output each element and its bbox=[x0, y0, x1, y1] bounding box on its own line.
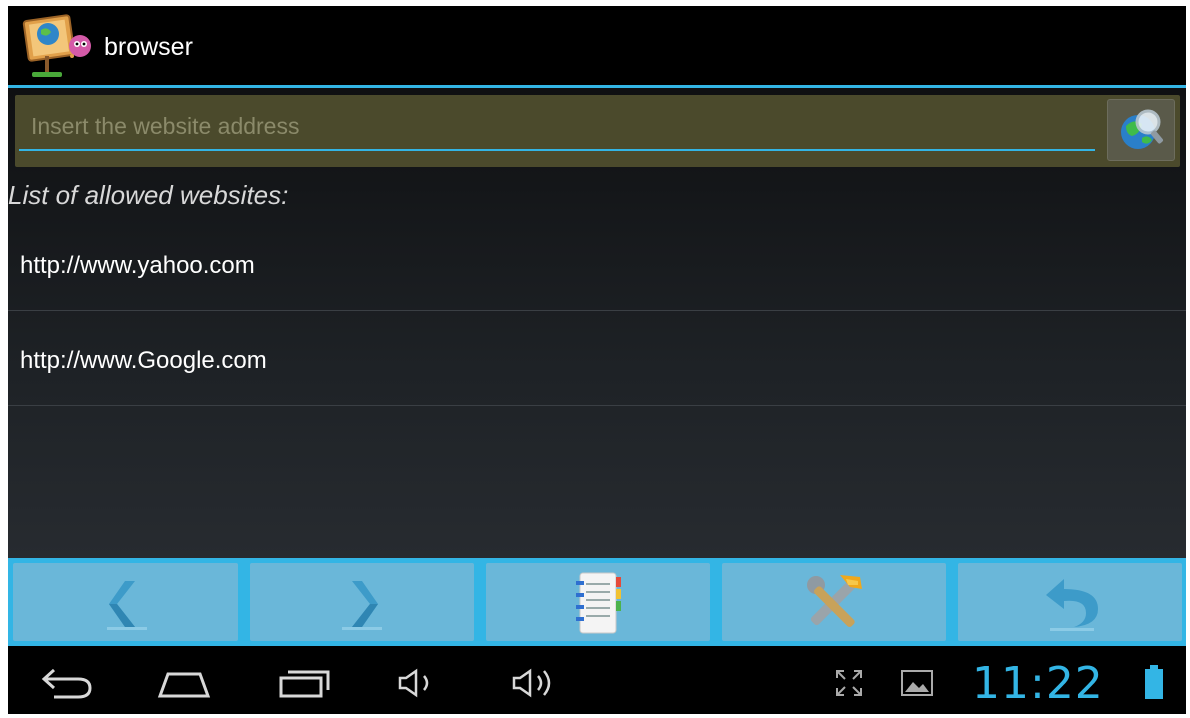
device-screen: browser List of allowed websites: http:/… bbox=[8, 6, 1186, 714]
gallery-icon[interactable] bbox=[900, 668, 934, 698]
site-url: http://www.Google.com bbox=[20, 347, 267, 374]
site-url: http://www.yahoo.com bbox=[20, 252, 255, 279]
back-button[interactable] bbox=[13, 563, 238, 641]
reload-button[interactable] bbox=[958, 563, 1182, 641]
bookmarks-button[interactable] bbox=[486, 563, 710, 641]
volume-down-icon[interactable] bbox=[396, 668, 436, 698]
bottom-toolbar bbox=[8, 558, 1186, 646]
list-item[interactable]: http://www.Google.com bbox=[8, 311, 1186, 406]
volume-up-icon[interactable] bbox=[510, 666, 558, 700]
go-button[interactable] bbox=[1107, 99, 1175, 161]
fullscreen-icon[interactable] bbox=[834, 668, 864, 698]
back-icon[interactable] bbox=[40, 666, 94, 700]
tools-icon bbox=[807, 575, 862, 627]
url-input[interactable] bbox=[19, 103, 1095, 151]
undo-icon bbox=[1046, 579, 1098, 631]
battery-icon bbox=[1145, 665, 1163, 699]
globe-search-icon bbox=[1121, 109, 1163, 149]
forward-button[interactable] bbox=[250, 563, 474, 641]
url-bar bbox=[15, 95, 1180, 167]
recent-apps-icon[interactable] bbox=[278, 666, 332, 700]
list-header: List of allowed websites: bbox=[8, 180, 289, 210]
settings-button[interactable] bbox=[722, 563, 946, 641]
content-area: List of allowed websites: http://www.yah… bbox=[8, 88, 1186, 558]
back-arrow-icon bbox=[107, 581, 147, 630]
allowed-sites-list: http://www.yahoo.com http://www.Google.c… bbox=[8, 216, 1186, 406]
notebook-icon bbox=[576, 572, 621, 634]
forward-arrow-icon bbox=[342, 581, 382, 630]
clock: 11:22 bbox=[972, 658, 1104, 709]
app-logo-icon[interactable] bbox=[22, 12, 98, 80]
action-bar: browser bbox=[8, 6, 1186, 85]
list-item[interactable]: http://www.yahoo.com bbox=[8, 216, 1186, 311]
home-icon[interactable] bbox=[156, 666, 212, 700]
app-title: browser bbox=[104, 33, 193, 61]
system-bar: 11:22 bbox=[8, 646, 1186, 714]
